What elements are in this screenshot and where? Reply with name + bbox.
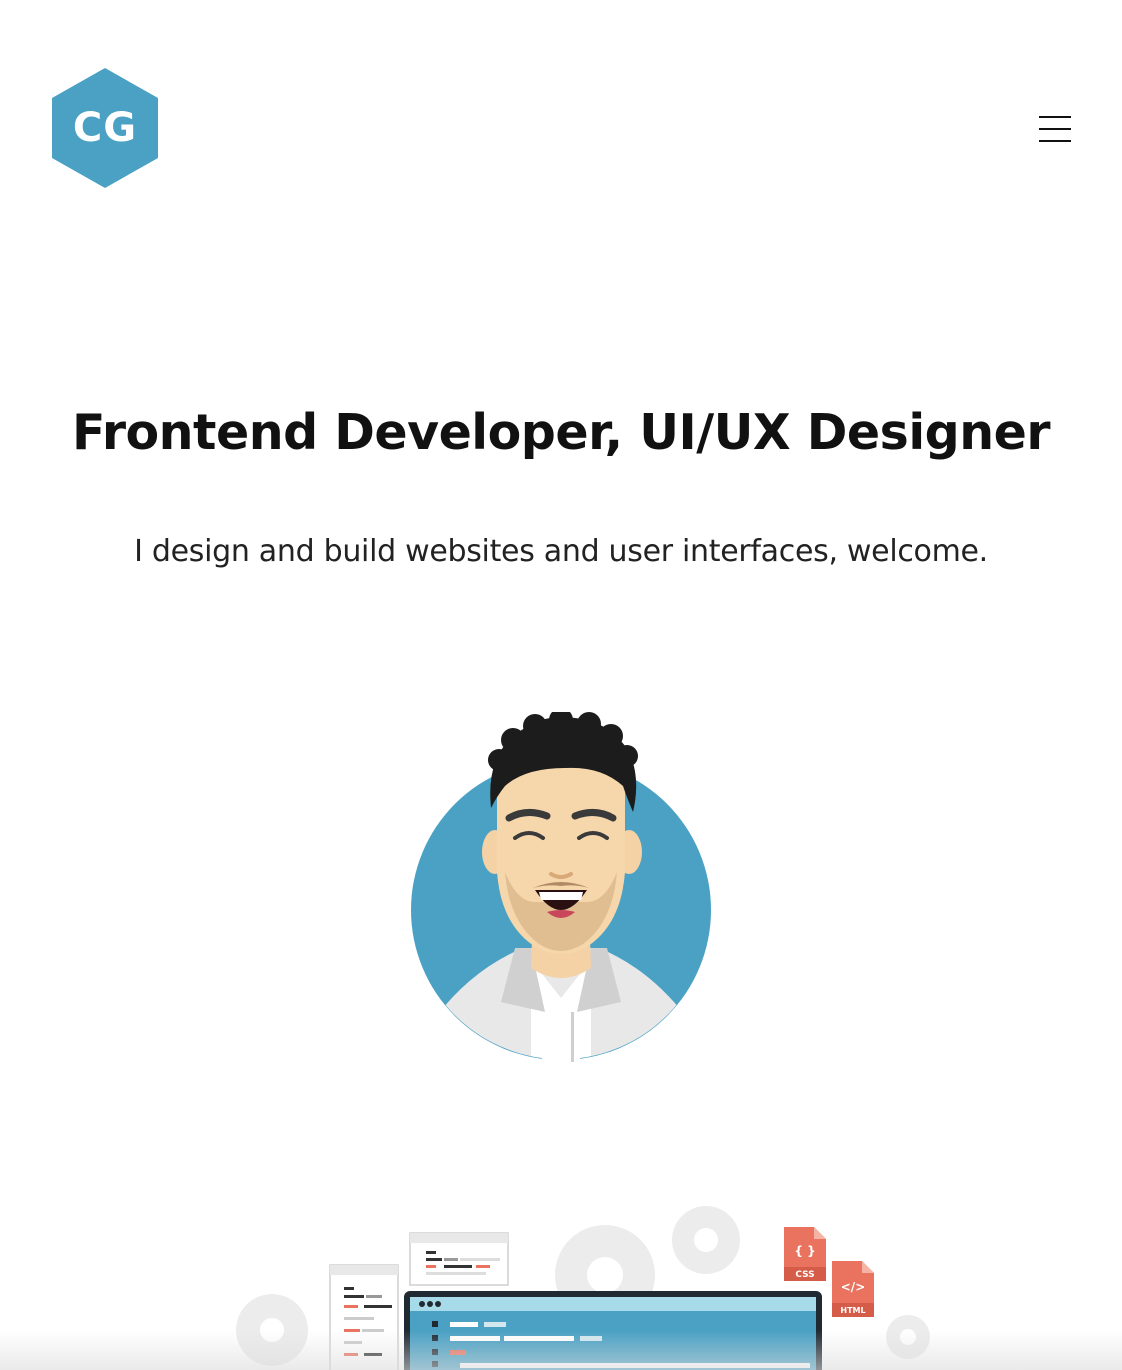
svg-text:</>: </>: [841, 1280, 866, 1294]
avatar: [405, 708, 717, 1062]
hero-subtitle: I design and build websites and user int…: [134, 534, 988, 569]
css-file-icon: { } CSS: [784, 1227, 826, 1281]
logo-text: CG: [72, 105, 138, 151]
svg-text:CSS: CSS: [795, 1270, 814, 1280]
gear-icon: [672, 1206, 740, 1274]
gear-icon: [886, 1315, 930, 1359]
menu-button[interactable]: [1030, 106, 1080, 152]
gear-icon: [236, 1294, 308, 1366]
workspace-illustration: { } CSS </> HTML: [220, 1195, 940, 1370]
hero-title: Frontend Developer, UI/UX Designer: [72, 404, 1050, 461]
logo[interactable]: CG: [52, 68, 158, 188]
page: CG Frontend Developer, UI/UX Designer I …: [0, 0, 1122, 1370]
svg-text:{ }: { }: [794, 1244, 815, 1258]
svg-text:HTML: HTML: [840, 1306, 865, 1315]
html-file-icon: </> HTML: [832, 1261, 874, 1317]
